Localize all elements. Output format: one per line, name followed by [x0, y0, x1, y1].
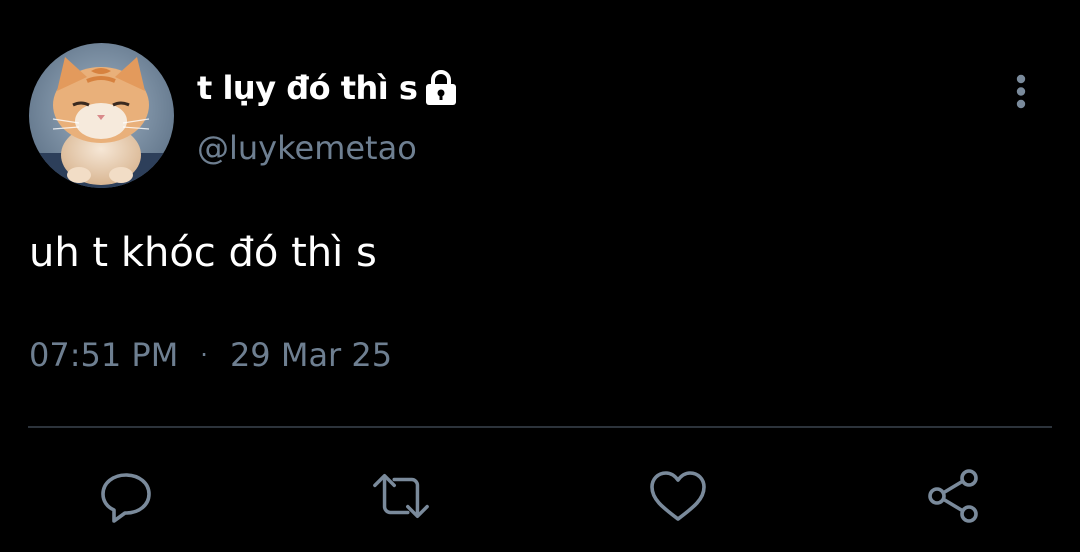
avatar[interactable] — [29, 43, 174, 188]
retweet-icon — [373, 473, 429, 519]
user-handle[interactable]: @luykemetao — [197, 129, 417, 167]
avatar-kitten-image — [29, 43, 174, 188]
display-name[interactable]: t lụy đó thì s — [197, 64, 459, 112]
display-name-text: t lụy đó thì s — [197, 69, 418, 107]
tweet-date: 29 Mar 25 — [229, 336, 393, 374]
lock-icon — [423, 69, 459, 107]
meta-separator: · — [200, 341, 208, 369]
tweet-text: uh t khóc đó thì s — [29, 230, 377, 276]
reply-button[interactable] — [96, 466, 156, 526]
like-button[interactable] — [648, 466, 708, 526]
comment-icon — [101, 473, 151, 523]
retweet-button[interactable] — [371, 466, 431, 526]
share-button[interactable] — [924, 466, 984, 526]
more-options-button[interactable] — [1004, 70, 1038, 114]
tweet-timestamp: 07:51 PM · 29 Mar 25 — [29, 336, 392, 374]
tweet-time: 07:51 PM — [29, 336, 179, 374]
heart-icon — [650, 471, 706, 521]
more-vertical-icon — [1016, 74, 1026, 109]
share-icon — [928, 469, 978, 523]
divider — [28, 426, 1052, 428]
